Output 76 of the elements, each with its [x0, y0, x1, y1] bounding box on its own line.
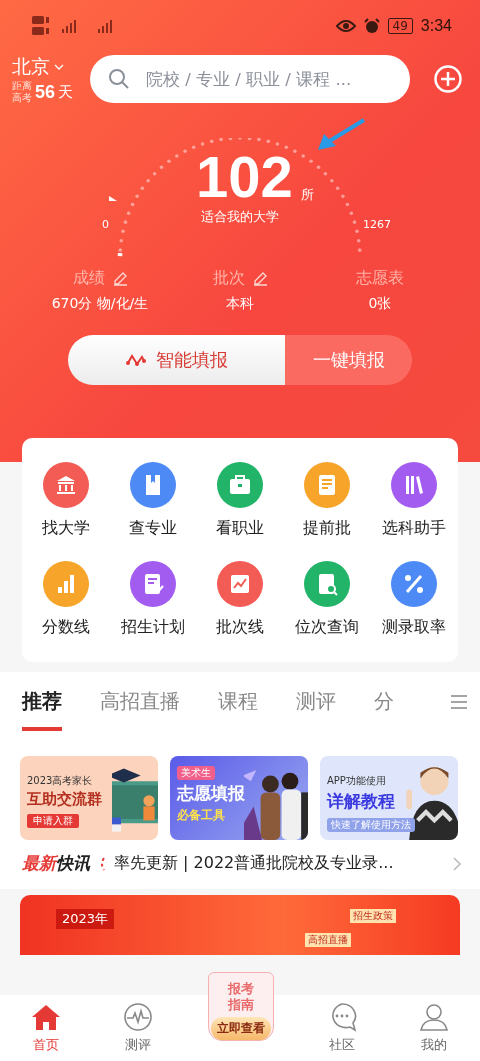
tool-item[interactable]: 找大学 — [22, 462, 110, 539]
battery-level: 49 — [387, 18, 413, 34]
stat-value[interactable]: 本科 — [226, 295, 254, 313]
promo-banner[interactable]: 2023年 招生政策 高招直播 — [20, 895, 460, 955]
stat-label: 批次 — [212, 268, 245, 289]
signal-icon — [98, 855, 106, 872]
nav-tab[interactable]: 首页 — [16, 1002, 76, 1054]
banner-title: 志愿填报 — [177, 782, 246, 805]
category-tab[interactable]: 推荐 — [22, 688, 62, 731]
pointer-icon — [109, 196, 117, 202]
tool-item[interactable]: 提前批 — [283, 462, 371, 539]
nav-tab[interactable]: 社区 — [312, 1002, 372, 1054]
promo-tag: 招生政策 — [350, 909, 396, 923]
category-tab[interactable]: 测评 — [296, 688, 336, 727]
banner-title: 详解教程 — [327, 790, 396, 813]
tool-item[interactable]: 招生计划 — [109, 561, 197, 638]
promo-tag: 高招直播 — [305, 933, 351, 947]
badge-title: 报考 — [228, 981, 254, 997]
arrow-icon — [316, 118, 366, 152]
search-field[interactable]: 院校 / 专业 / 职业 / 课程 ... — [90, 55, 410, 103]
tutorial-banner[interactable]: APP功能使用 详解教程 快速了解使用方法 — [320, 756, 458, 840]
gauge-caption: 适合我的大学 — [201, 208, 279, 226]
banner-title: 互助交流群 — [27, 790, 103, 809]
search-icon — [108, 68, 130, 90]
tool-item[interactable]: 测录取率 — [370, 561, 458, 638]
nav-tab[interactable]: 测评 — [108, 1002, 168, 1054]
clock-time: 3:34 — [420, 17, 452, 35]
category-tab[interactable]: 分 — [374, 688, 394, 727]
eye-icon — [335, 19, 356, 33]
banner-subtitle: APP功能使用 — [327, 774, 387, 788]
badge-title: 指南 — [228, 997, 254, 1013]
tool-item[interactable]: 批次线 — [196, 561, 284, 638]
countdown-label: 高考 — [12, 92, 32, 104]
edit-icon[interactable] — [252, 271, 268, 286]
count-unit: 所 — [300, 186, 314, 204]
trend-icon — [125, 353, 146, 367]
news-row[interactable]: 最新快讯 率先更新 | 2022普通批院校及专业录... — [0, 840, 480, 889]
gauge-min: 0 — [102, 218, 109, 231]
category-tab[interactable]: 课程 — [218, 688, 258, 727]
stat-label: 志愿表 — [356, 268, 404, 289]
view-now-button[interactable]: 立即查看 — [211, 1017, 271, 1040]
banner-subtitle: 2023高考家长 — [27, 774, 94, 788]
guide-badge[interactable]: 报考 指南 立即查看 — [208, 972, 274, 1041]
pulse-icon — [123, 1002, 153, 1032]
news-brand: 最新快讯 — [22, 852, 90, 875]
banner-tag: 快速了解使用方法 — [327, 818, 415, 832]
tool-item[interactable]: 选科助手 — [370, 462, 458, 539]
nav-tab[interactable]: 我的 — [404, 1002, 464, 1054]
tool-item[interactable]: 位次查询 — [283, 561, 371, 638]
alarm-icon — [363, 18, 380, 34]
tool-item[interactable]: 查专业 — [109, 462, 197, 539]
group-banner[interactable]: 2023高考家长 互助交流群 申请入群 — [20, 756, 158, 840]
fill-button[interactable]: 智能填报 — [68, 335, 285, 385]
category-tab[interactable]: 高招直播 — [100, 688, 180, 727]
promo-year: 2023年 — [56, 909, 115, 929]
home-icon — [31, 1002, 61, 1032]
tool-item[interactable]: 分数线 — [22, 561, 110, 638]
tool-item[interactable]: 看职业 — [196, 462, 284, 539]
art-banner[interactable]: 美术生 志愿填报 必备工具 — [170, 756, 308, 840]
stat-label: 成绩 — [72, 268, 105, 289]
countdown-unit: 天 — [58, 82, 74, 102]
gauge-max: 1267 — [363, 218, 391, 231]
news-headline[interactable]: 率先更新 | 2022普通批院校及专业录... — [114, 853, 444, 874]
stat-value[interactable]: 670分 物/化/生 — [51, 295, 149, 313]
add-icon[interactable] — [434, 65, 462, 93]
banner-tag: 美术生 — [177, 766, 215, 780]
banner-subtitle: 必备工具 — [177, 807, 226, 824]
countdown-days: 56 — [35, 81, 56, 103]
user-icon — [419, 1002, 449, 1032]
university-count: 102 — [196, 148, 293, 206]
countdown-label: 距离 — [12, 80, 32, 92]
banner-tag: 申请入群 — [27, 814, 79, 828]
edit-icon[interactable] — [112, 271, 128, 286]
chevron-down-icon[interactable] — [54, 64, 64, 70]
stat-value[interactable]: 0张 — [368, 295, 392, 313]
chevron-right-icon[interactable] — [452, 855, 462, 872]
